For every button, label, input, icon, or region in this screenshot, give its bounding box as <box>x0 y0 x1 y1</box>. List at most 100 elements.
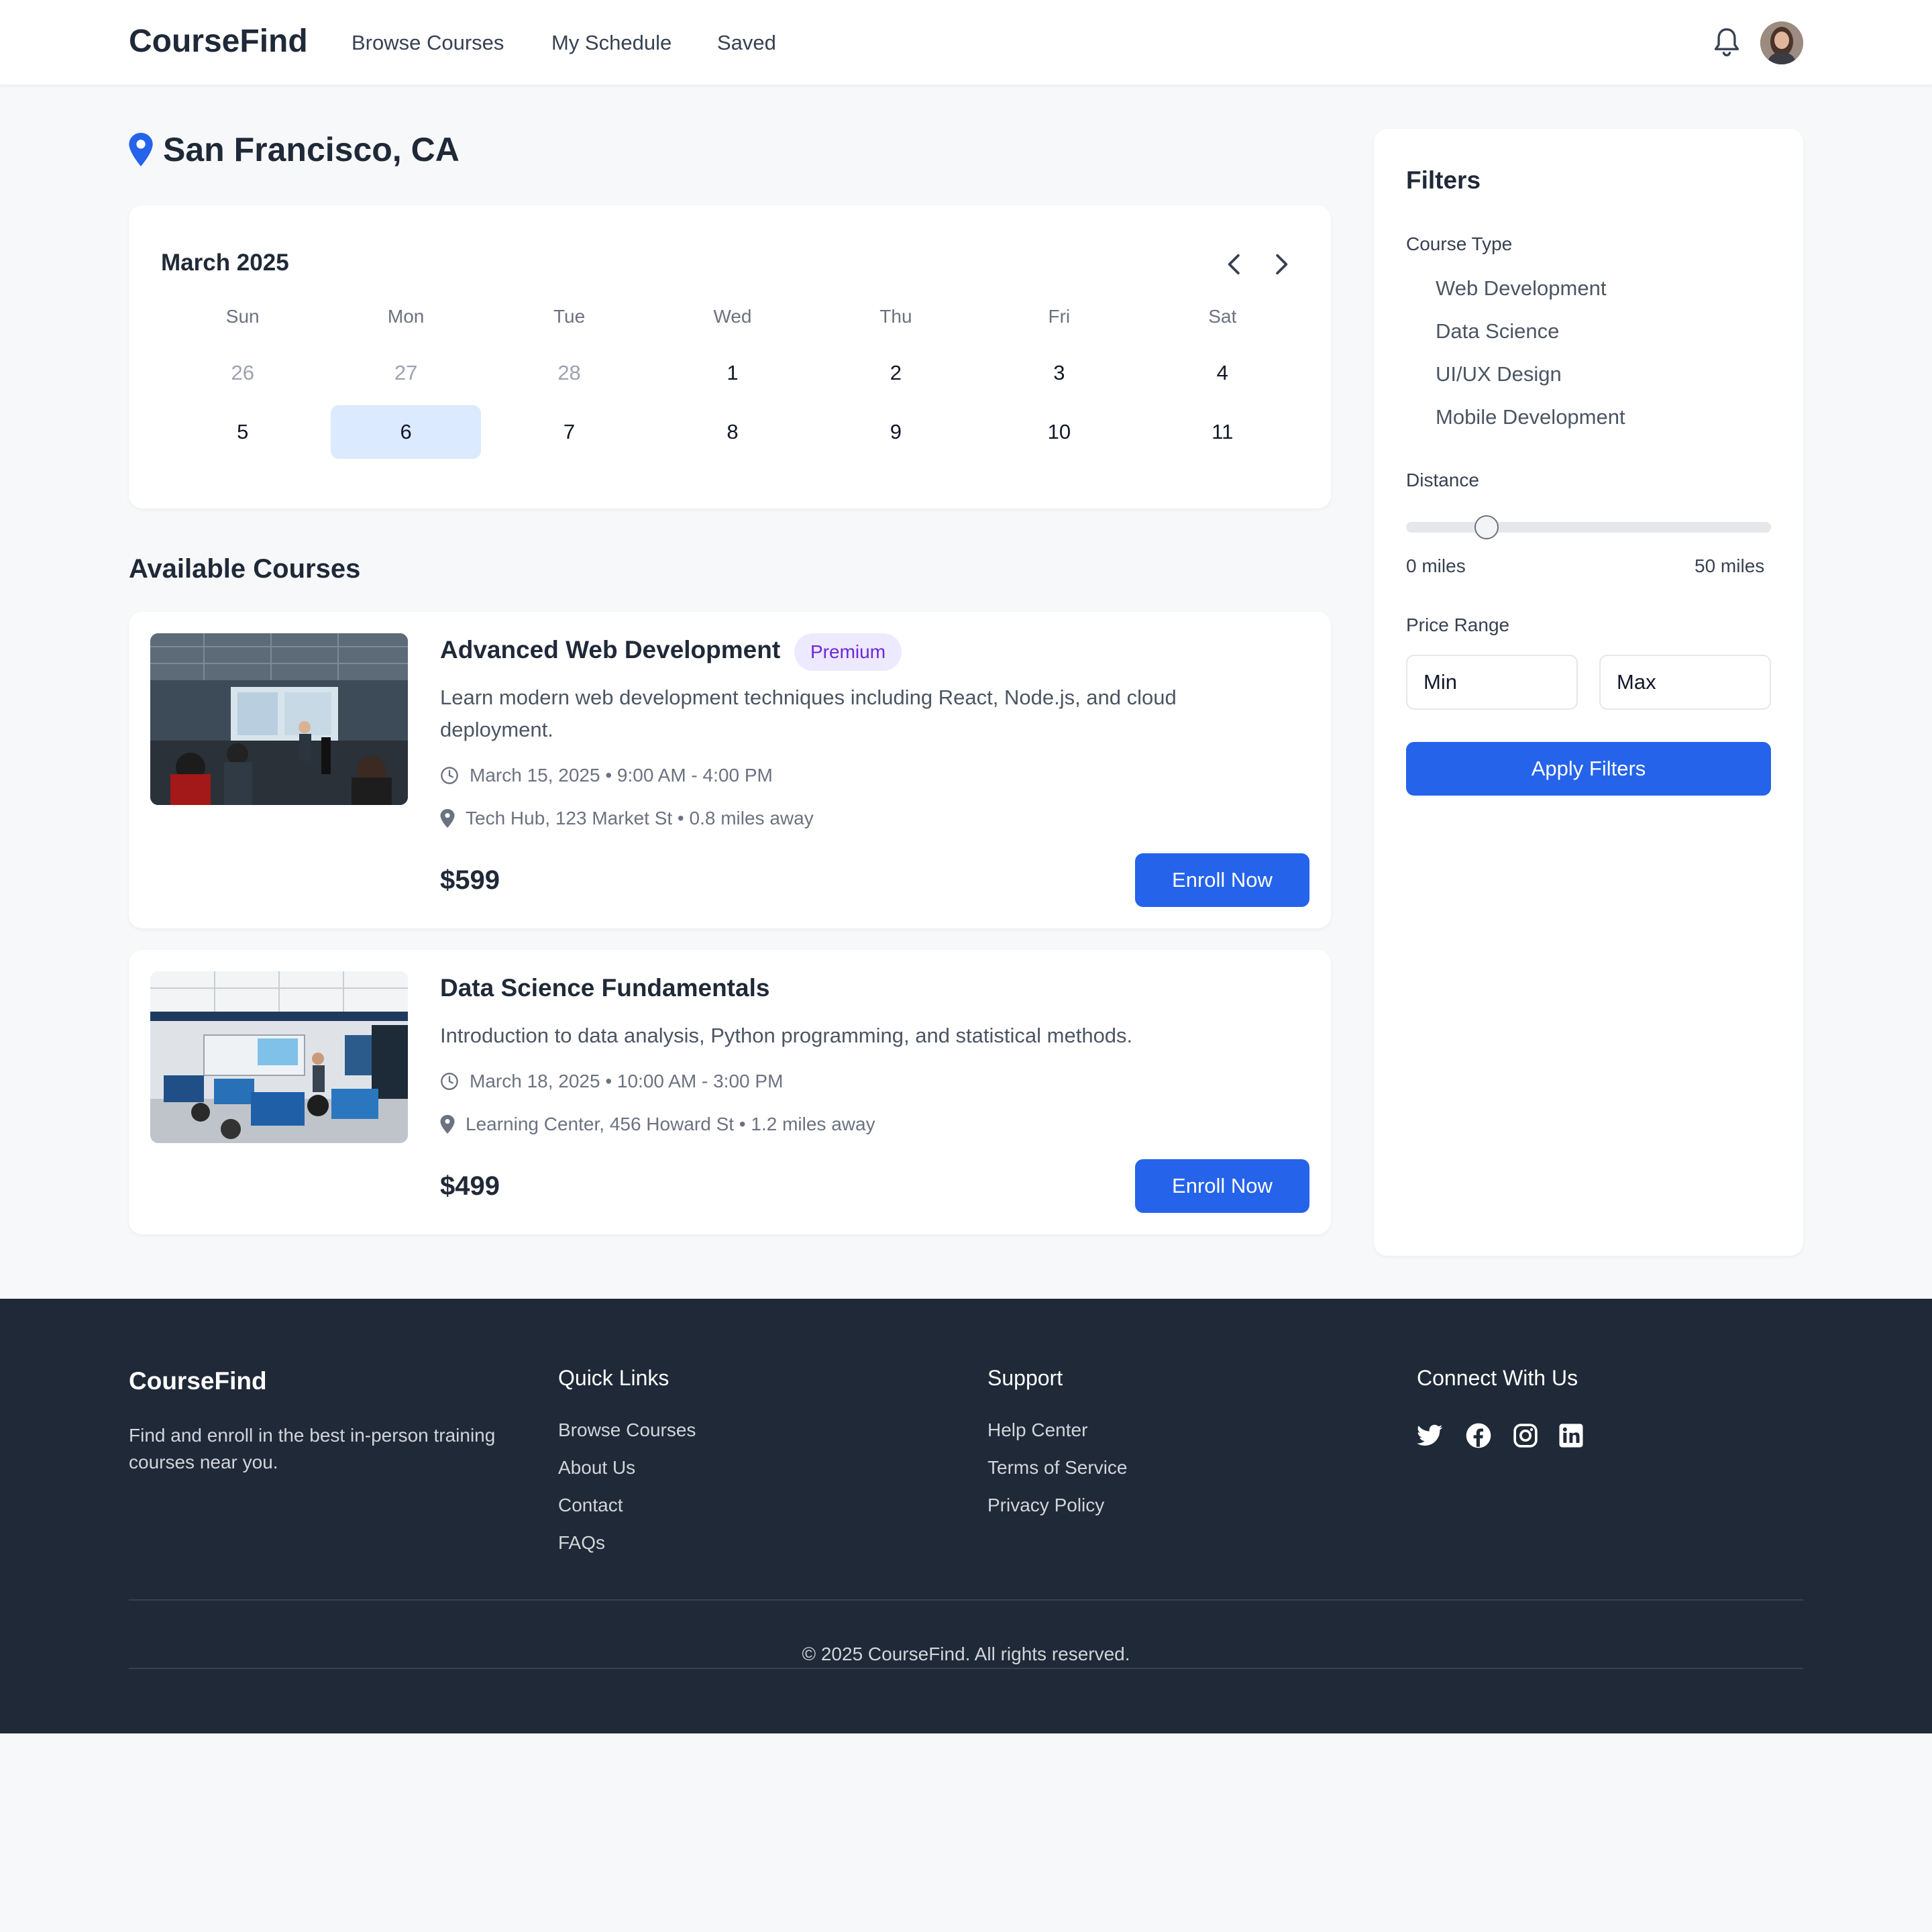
top-navbar: CourseFind Browse Courses My Schedule Sa… <box>0 0 1932 86</box>
weekday-label: Sat <box>1208 306 1237 327</box>
chevron-left-icon[interactable] <box>1222 250 1246 279</box>
map-pin-icon <box>440 809 455 828</box>
footer: CourseFind Find and enroll in the best i… <box>0 1299 1932 1733</box>
footer-divider <box>129 1599 1803 1601</box>
calendar-day[interactable]: 2 <box>821 346 971 400</box>
footer-link[interactable]: About Us <box>558 1457 635 1479</box>
enroll-button[interactable]: Enroll Now <box>1135 1159 1309 1213</box>
course-date: March 15, 2025 • 9:00 AM - 4:00 PM <box>440 765 773 786</box>
clock-icon <box>441 1073 458 1090</box>
calendar-day[interactable]: 7 <box>494 405 644 459</box>
calendar-month: March 2025 <box>161 250 289 276</box>
weekday-label: Sun <box>225 306 260 327</box>
logo[interactable]: CourseFind <box>129 23 308 60</box>
weekday-label: Wed <box>713 306 752 327</box>
apply-filters-button[interactable]: Apply Filters <box>1406 742 1771 796</box>
course-location-text: Learning Center, 456 Howard St • 1.2 mil… <box>466 1114 875 1134</box>
footer-link[interactable]: Browse Courses <box>558 1419 696 1441</box>
weekday-label: Mon <box>387 306 425 327</box>
course-card: Advanced Web Development Premium Learn m… <box>129 612 1331 928</box>
calendar-day[interactable]: 1 <box>657 346 807 400</box>
map-pin-icon <box>129 133 153 166</box>
calendar-day-selected[interactable]: 6 <box>331 405 481 459</box>
twitter-icon[interactable] <box>1417 1422 1444 1449</box>
distance-max-label: 50 miles <box>1695 555 1765 576</box>
footer-about: Find and enroll in the best in-person tr… <box>129 1425 496 1472</box>
course-type-option[interactable]: Mobile Development <box>1436 405 1625 429</box>
calendar-week: 5 6 7 8 9 10 11 <box>161 402 1304 462</box>
course-location: Tech Hub, 123 Market St • 0.8 miles away <box>440 808 814 829</box>
footer-copyright: © 2025 CourseFind. All rights reserved. <box>802 1644 1130 1664</box>
course-date-text: March 18, 2025 • 10:00 AM - 3:00 PM <box>470 1071 784 1091</box>
course-date: March 18, 2025 • 10:00 AM - 3:00 PM <box>440 1071 783 1092</box>
nav-saved[interactable]: Saved <box>717 31 776 55</box>
course-image[interactable] <box>150 633 408 805</box>
filters-title: Filters <box>1406 166 1481 194</box>
calendar-day[interactable]: 27 <box>331 346 480 400</box>
linkedin-icon[interactable] <box>1558 1422 1585 1449</box>
course-description: Learn modern web development techniques … <box>440 686 1177 741</box>
distance-min-label: 0 miles <box>1406 555 1466 576</box>
course-type-option[interactable]: Data Science <box>1436 319 1559 343</box>
user-avatar[interactable] <box>1760 21 1803 64</box>
footer-quick-links-title: Quick Links <box>558 1366 669 1390</box>
calendar-day[interactable]: 28 <box>494 346 644 400</box>
distance-label: Distance <box>1406 470 1479 490</box>
calendar-day[interactable]: 11 <box>1148 405 1297 459</box>
footer-link[interactable]: Contact <box>558 1495 623 1516</box>
course-price: $499 <box>440 1171 500 1201</box>
footer-divider <box>129 1668 1803 1669</box>
calendar-day[interactable]: 8 <box>657 405 807 459</box>
price-min-input[interactable] <box>1406 655 1578 710</box>
footer-link[interactable]: Help Center <box>987 1419 1087 1441</box>
course-title[interactable]: Advanced Web Development <box>440 636 780 664</box>
calendar-day[interactable]: 4 <box>1148 346 1297 400</box>
avatar-icon <box>1760 21 1803 64</box>
calendar-day[interactable]: 9 <box>821 405 971 459</box>
course-date-text: March 15, 2025 • 9:00 AM - 4:00 PM <box>470 765 773 786</box>
classroom-image-icon <box>150 633 408 805</box>
section-title: Available Courses <box>129 554 361 584</box>
course-type-option[interactable]: UI/UX Design <box>1436 362 1562 386</box>
calendar-week: 26 27 28 1 2 3 4 <box>161 343 1304 402</box>
weekday-header: Sun Mon Tue Wed Thu Fri Sat <box>161 306 1304 333</box>
weekday-label: Tue <box>553 306 586 327</box>
chevron-right-icon[interactable] <box>1269 250 1293 279</box>
footer-support-title: Support <box>987 1366 1063 1390</box>
computer-lab-image-icon <box>150 971 408 1143</box>
location-title: San Francisco, CA <box>163 131 460 168</box>
nav-browse-courses[interactable]: Browse Courses <box>352 31 504 55</box>
footer-link[interactable]: FAQs <box>558 1532 605 1554</box>
distance-slider-handle[interactable] <box>1474 515 1499 539</box>
enroll-button[interactable]: Enroll Now <box>1135 853 1309 907</box>
course-type-label: Course Type <box>1406 233 1513 254</box>
nav-my-schedule[interactable]: My Schedule <box>551 31 672 55</box>
course-price: $599 <box>440 865 500 895</box>
price-max-input[interactable] <box>1599 655 1771 710</box>
distance-slider-track[interactable] <box>1406 522 1771 533</box>
footer-link[interactable]: Privacy Policy <box>987 1495 1104 1516</box>
calendar-day[interactable]: 10 <box>984 405 1134 459</box>
map-pin-icon <box>440 1115 455 1134</box>
course-image[interactable] <box>150 971 408 1143</box>
instagram-icon[interactable] <box>1512 1422 1539 1449</box>
weekday-label: Thu <box>879 306 912 327</box>
calendar-grid: Sun Mon Tue Wed Thu Fri Sat 26 27 28 1 2… <box>161 306 1304 462</box>
weekday-label: Fri <box>1048 306 1071 327</box>
course-title[interactable]: Data Science Fundamentals <box>440 974 769 1002</box>
calendar-card: March 2025 Sun Mon Tue Wed Thu Fri Sat 2… <box>129 205 1331 508</box>
calendar-day[interactable]: 26 <box>168 346 317 400</box>
footer-link[interactable]: Terms of Service <box>987 1457 1128 1479</box>
course-card: Data Science Fundamentals Introduction t… <box>129 950 1331 1234</box>
course-location-text: Tech Hub, 123 Market St • 0.8 miles away <box>466 808 814 828</box>
footer-connect-title: Connect With Us <box>1417 1366 1578 1390</box>
calendar-day[interactable]: 3 <box>984 346 1134 400</box>
footer-brand: CourseFind <box>129 1367 267 1395</box>
calendar-day[interactable]: 5 <box>168 405 317 459</box>
facebook-icon[interactable] <box>1465 1422 1492 1449</box>
filters-panel: Filters Course Type Web Development Data… <box>1374 129 1803 1256</box>
premium-badge: Premium <box>794 633 902 671</box>
course-description: Introduction to data analysis, Python pr… <box>440 1024 1133 1047</box>
bell-icon[interactable] <box>1712 25 1741 60</box>
course-type-option[interactable]: Web Development <box>1436 276 1606 301</box>
